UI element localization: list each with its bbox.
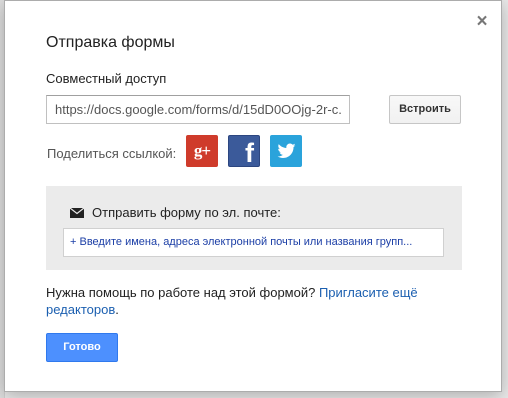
help-question: Нужна помощь по работе над этой формой? — [46, 285, 319, 300]
close-icon[interactable]: × — [474, 12, 490, 32]
help-suffix: . — [115, 302, 119, 317]
email-share-panel: Отправить форму по эл. почте: + Введите … — [46, 186, 462, 270]
help-text: Нужна помощь по работе над этой формой? … — [46, 284, 446, 318]
embed-button[interactable]: Встроить — [389, 95, 461, 124]
form-url-field[interactable] — [46, 95, 350, 124]
twitter-share-button[interactable] — [270, 135, 302, 167]
share-link-label: Поделиться ссылкой: — [47, 146, 177, 161]
twitter-icon — [277, 143, 296, 158]
done-button[interactable]: Готово — [46, 333, 118, 362]
dialog-title: Отправка формы — [46, 34, 175, 51]
envelope-icon — [70, 208, 84, 218]
facebook-icon: f — [245, 138, 254, 167]
facebook-share-button[interactable]: f — [228, 135, 260, 167]
send-form-dialog: × Отправка формы Совместный доступ Встро… — [4, 0, 502, 392]
google-plus-share-button[interactable]: g+ — [186, 135, 218, 167]
recipients-input[interactable]: + Введите имена, адреса электронной почт… — [63, 228, 444, 257]
google-plus-icon: g+ — [193, 141, 211, 160]
email-share-label: Отправить форму по эл. почте: — [92, 205, 281, 220]
sharing-section-label: Совместный доступ — [46, 71, 167, 86]
